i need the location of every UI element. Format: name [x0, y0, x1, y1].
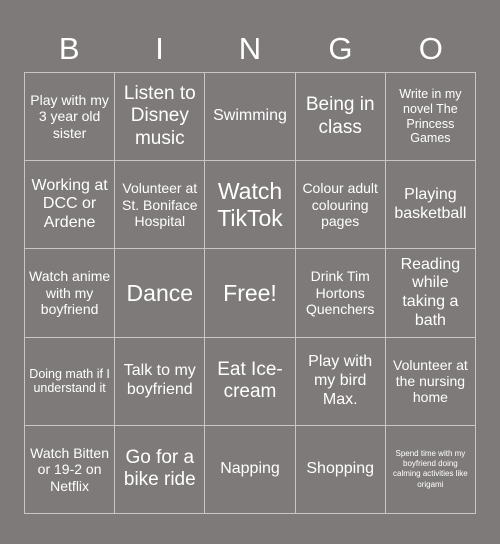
bingo-cell[interactable]: Volunteer at St. Boniface Hospital: [115, 161, 206, 250]
bingo-cell[interactable]: Napping: [205, 425, 296, 514]
bingo-cell[interactable]: Watch anime with my boyfriend: [25, 249, 116, 338]
header-letter-n: N: [238, 30, 262, 66]
bingo-cell[interactable]: Go for a bike ride: [115, 425, 206, 514]
bingo-cell[interactable]: Write in my novel The Princess Games: [385, 73, 476, 162]
header-letter-o: O: [418, 30, 443, 66]
header-letter-b: B: [58, 30, 80, 66]
bingo-cell[interactable]: Listen to Disney music: [115, 73, 206, 162]
bingo-cell[interactable]: Working at DCC or Ardene: [25, 161, 116, 250]
header-letter-g: G: [328, 30, 353, 66]
bingo-cell[interactable]: Eat Ice-cream: [205, 337, 296, 426]
bingo-cell[interactable]: Dance: [115, 249, 206, 338]
bingo-card: B I N G O Play with my 3 year old sister…: [0, 0, 500, 544]
bingo-cell[interactable]: Being in class: [295, 73, 386, 162]
bingo-cell[interactable]: Drink Tim Hortons Quenchers: [295, 249, 386, 338]
bingo-cell[interactable]: Reading while taking a bath: [385, 249, 476, 338]
bingo-cell-free[interactable]: Free!: [205, 249, 296, 338]
bingo-cell[interactable]: Watch Bitten or 19-2 on Netflix: [25, 425, 116, 514]
bingo-cell[interactable]: Play with my bird Max.: [295, 337, 386, 426]
bingo-cell[interactable]: Talk to my boyfriend: [115, 337, 206, 426]
bingo-cell[interactable]: Doing math if I understand it: [25, 337, 116, 426]
bingo-cell[interactable]: Spend time with my boyfriend doing calmi…: [385, 425, 476, 514]
bingo-cell[interactable]: Playing basketball: [385, 161, 476, 250]
bingo-cell[interactable]: Volunteer at the nursing home: [385, 337, 476, 426]
bingo-header: B I N G O: [24, 24, 476, 72]
bingo-cell[interactable]: Swimming: [205, 73, 296, 162]
bingo-cell[interactable]: Play with my 3 year old sister: [25, 73, 116, 162]
bingo-cell[interactable]: Shopping: [295, 425, 386, 514]
bingo-cell[interactable]: Colour adult colouring pages: [295, 161, 386, 250]
header-letter-i: I: [155, 30, 164, 66]
bingo-cell[interactable]: Watch TikTok: [205, 161, 296, 250]
bingo-grid: Play with my 3 year old sister Listen to…: [24, 72, 476, 514]
